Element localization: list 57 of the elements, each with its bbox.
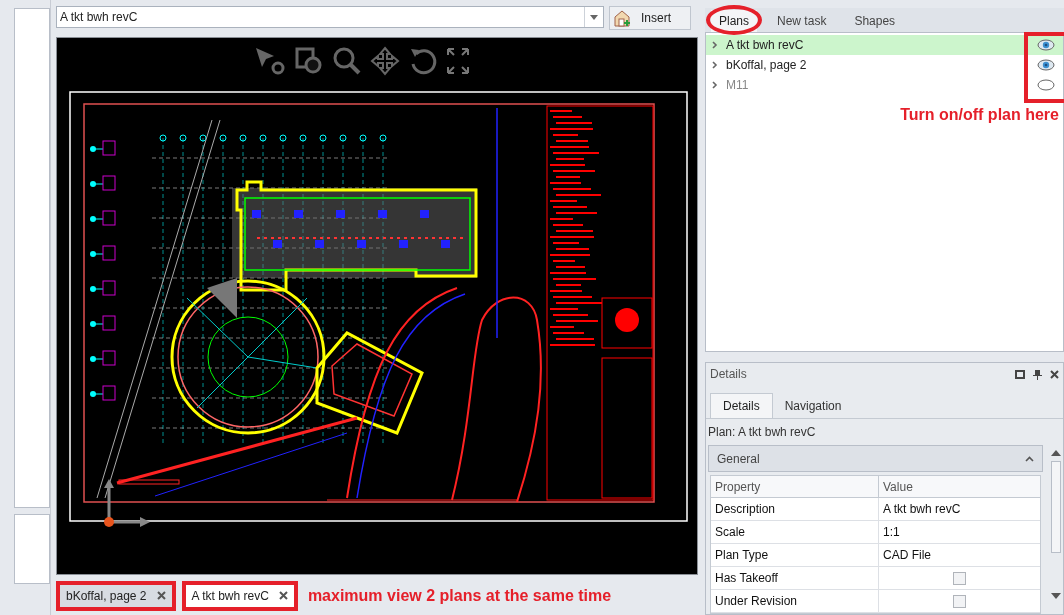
annotation-ellipse: [706, 5, 762, 35]
chevron-icon[interactable]: [712, 81, 718, 90]
annotation-note: Turn on/off plan here: [900, 105, 1059, 126]
plan-row[interactable]: M11: [706, 75, 1063, 96]
eye-icon[interactable]: [1037, 79, 1055, 92]
plan-name: M11: [726, 77, 750, 95]
close-icon[interactable]: [1050, 369, 1059, 379]
document-tab[interactable]: bKoffal, page 2: [60, 584, 172, 607]
chevron-icon[interactable]: [712, 61, 718, 70]
plan-name: bKoffal, page 2: [726, 57, 808, 75]
axis-icon: [102, 478, 152, 530]
panel-tab[interactable]: Details: [710, 393, 773, 418]
property-name: Under Revision: [711, 590, 879, 612]
plan-row[interactable]: A tkt bwh revC: [706, 35, 1063, 56]
collapse-icon[interactable]: [1025, 455, 1034, 462]
plan-name: A tkt bwh revC: [726, 37, 805, 55]
insert-plan-icon: [613, 9, 631, 27]
document-tab[interactable]: A tkt bwh revC: [185, 584, 294, 607]
scroll-thumb[interactable]: [1051, 461, 1061, 553]
column-header: Value: [882, 478, 914, 496]
restore-icon[interactable]: [1015, 369, 1025, 379]
property-name: Plan Type: [711, 544, 879, 566]
rotate-icon[interactable]: [408, 46, 438, 76]
checkbox[interactable]: [953, 571, 966, 585]
dropdown-value: A tkt bwh revC: [59, 9, 139, 26]
property-name: Scale: [711, 521, 879, 543]
side-panel: [14, 514, 50, 584]
close-icon[interactable]: [278, 591, 288, 600]
annotation-box: [1024, 32, 1064, 103]
insert-button[interactable]: Insert: [609, 6, 691, 30]
panel-tab[interactable]: Shapes: [846, 10, 904, 33]
panel-tab[interactable]: Navigation: [772, 393, 854, 418]
expand-icon[interactable]: [446, 46, 470, 76]
scroll-down-icon[interactable]: [1051, 592, 1061, 600]
eye-icon[interactable]: [1037, 59, 1055, 72]
chevron-icon[interactable]: [712, 41, 718, 50]
search-icon[interactable]: [332, 46, 362, 76]
plan-label: Plan: A tkt bwh revC: [707, 424, 817, 441]
eye-icon[interactable]: [1037, 39, 1055, 52]
property-name: Description: [711, 498, 879, 520]
pin-icon[interactable]: [1033, 368, 1042, 380]
group-header[interactable]: General: [708, 445, 1043, 472]
property-value: CAD File: [883, 547, 931, 564]
plan-dropdown[interactable]: A tkt bwh revC: [56, 6, 604, 28]
property-name: Has Takeoff: [711, 567, 879, 589]
panel-title: Details: [710, 366, 747, 383]
close-icon[interactable]: [156, 591, 166, 600]
property-value: 1:1: [883, 524, 900, 541]
panel-tab[interactable]: New task: [769, 10, 835, 33]
column-header: Property: [711, 476, 879, 497]
plan-row[interactable]: bKoffal, page 2: [706, 55, 1063, 76]
scroll-up-icon[interactable]: [1051, 449, 1061, 457]
property-value: A tkt bwh revC: [883, 501, 961, 518]
annotation-note: maximum view 2 plans at the same time: [307, 585, 612, 606]
zoom-window-icon[interactable]: [294, 46, 324, 76]
checkbox[interactable]: [953, 594, 966, 608]
move-arrows-icon[interactable]: [370, 46, 400, 76]
